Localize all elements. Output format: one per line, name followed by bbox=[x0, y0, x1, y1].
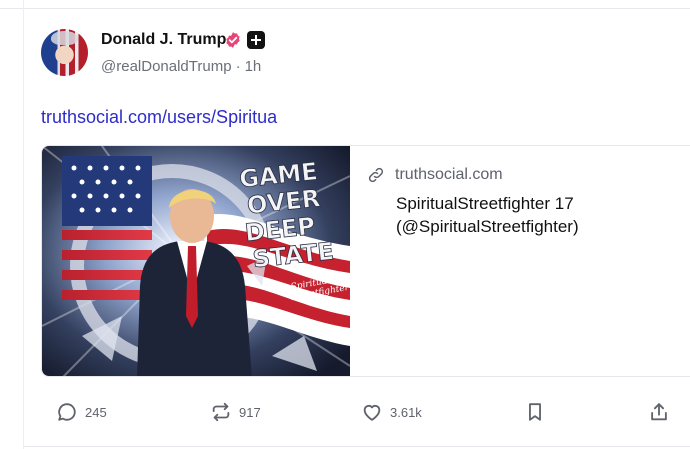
reply-icon bbox=[58, 403, 76, 421]
avatar[interactable] bbox=[41, 29, 88, 76]
bookmark-button[interactable] bbox=[524, 399, 546, 425]
retruth-button[interactable]: 917 bbox=[210, 399, 261, 425]
plus-badge-icon bbox=[247, 31, 265, 49]
retruth-count: 917 bbox=[239, 404, 261, 420]
link-icon bbox=[368, 167, 384, 183]
top-divider bbox=[0, 8, 690, 9]
verified-badge-icon bbox=[226, 32, 240, 48]
reply-count: 245 bbox=[85, 404, 107, 420]
card-title[interactable]: SpiritualStreetfighter 17 (@SpiritualStr… bbox=[396, 192, 676, 238]
meta-separator: · bbox=[235, 58, 241, 75]
card-image[interactable]: GAME OVER DEEP STATE Spiritual Streetfig… bbox=[42, 146, 350, 376]
left-divider bbox=[23, 0, 24, 449]
share-button[interactable] bbox=[648, 399, 670, 425]
post-time[interactable]: 1h bbox=[245, 58, 262, 75]
author-handle[interactable]: @realDonaldTrump bbox=[101, 58, 232, 75]
like-count: 3.61k bbox=[390, 404, 422, 420]
author-meta: @realDonaldTrump · 1h bbox=[101, 58, 261, 75]
card-domain: truthsocial.com bbox=[395, 166, 503, 183]
heart-icon bbox=[363, 405, 381, 421]
retruth-icon bbox=[212, 402, 230, 422]
reply-button[interactable]: 245 bbox=[56, 399, 107, 425]
like-button[interactable]: 3.61k bbox=[361, 399, 422, 425]
share-icon bbox=[651, 403, 667, 421]
post-link[interactable]: truthsocial.com/users/Spiritua bbox=[41, 107, 277, 128]
bookmark-icon bbox=[529, 403, 541, 421]
post-frame: Donald J. Trump @realDonaldTrump · 1h trut… bbox=[0, 0, 690, 449]
bottom-divider bbox=[23, 446, 690, 447]
card-domain-row: truthsocial.com bbox=[367, 166, 503, 184]
link-preview-card[interactable]: GAME OVER DEEP STATE Spiritual Streetfig… bbox=[41, 145, 690, 377]
author-name[interactable]: Donald J. Trump bbox=[101, 31, 226, 49]
action-bar: 245 917 3.61k bbox=[0, 395, 690, 431]
card-artwork: GAME OVER DEEP STATE Spiritual Streetfig… bbox=[42, 146, 350, 376]
